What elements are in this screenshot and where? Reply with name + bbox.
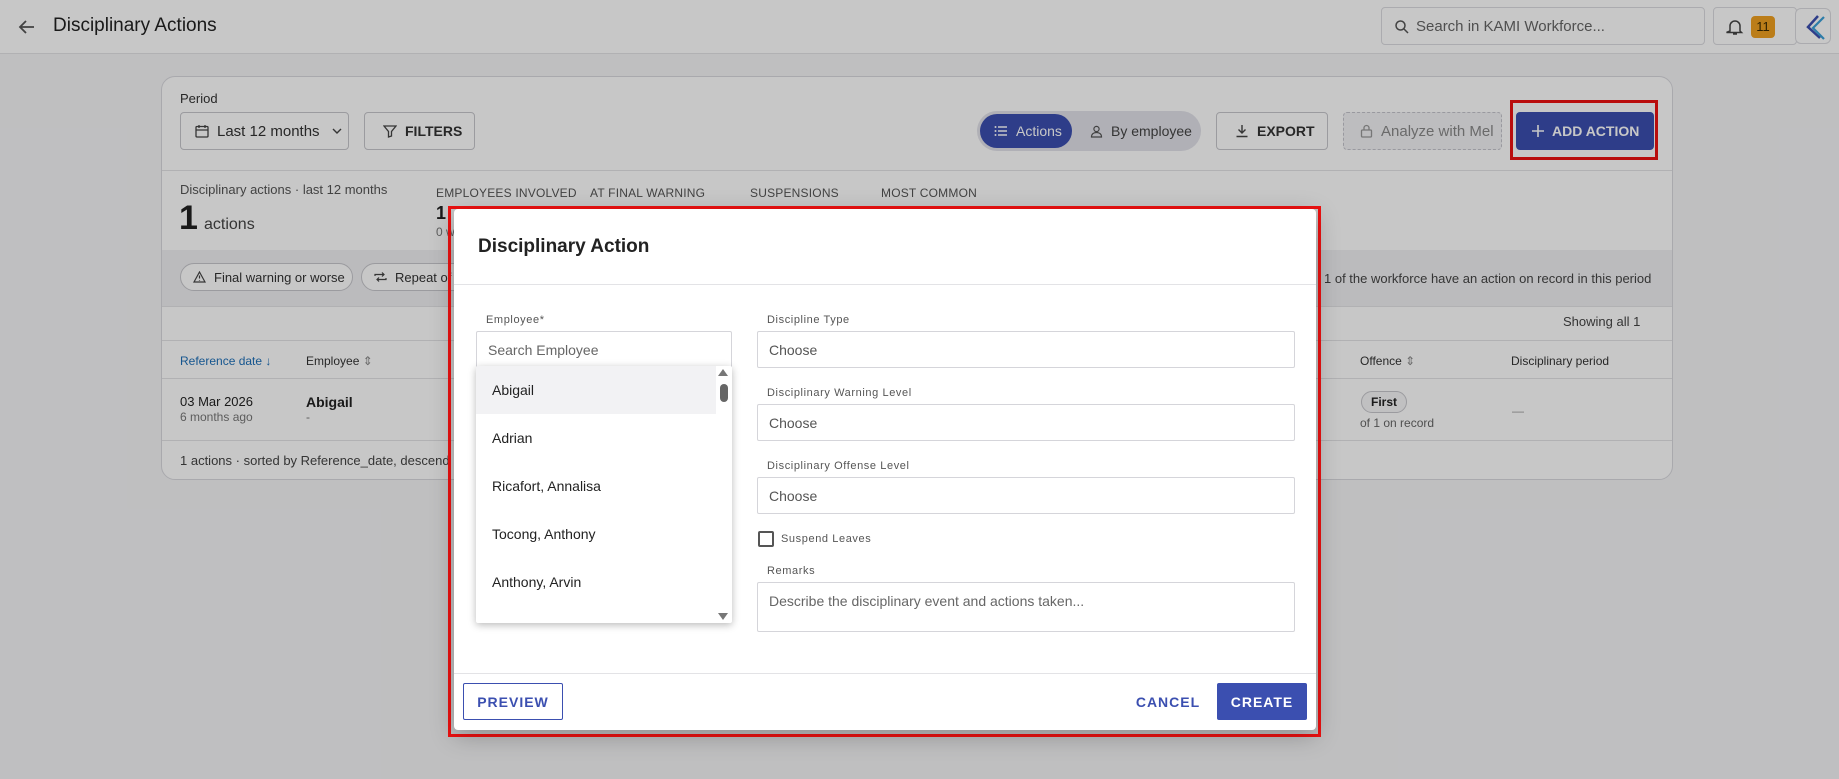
employee-search-input[interactable] xyxy=(488,341,731,358)
employee-search-field[interactable] xyxy=(476,331,732,368)
scrollbar-thumb[interactable] xyxy=(720,384,728,402)
scroll-up-icon[interactable] xyxy=(718,369,728,376)
dropdown-option[interactable]: Anthony, Arvin xyxy=(476,558,716,606)
employee-dropdown: Abigail Adrian Ricafort, Annalisa Tocong… xyxy=(476,366,732,623)
dropdown-option[interactable]: Abigail xyxy=(476,366,716,414)
dropdown-option[interactable]: Ricafort, Annalisa xyxy=(476,462,716,510)
employee-label: Employee* xyxy=(486,314,545,326)
preview-button[interactable]: PREVIEW xyxy=(463,683,563,720)
discipline-type-select[interactable]: Choose xyxy=(757,331,1295,368)
dropdown-option[interactable]: Tocong, Anthony xyxy=(476,510,716,558)
offense-level-select[interactable]: Choose xyxy=(757,477,1295,514)
suspend-leaves-label: Suspend Leaves xyxy=(781,533,872,545)
divider xyxy=(454,673,1316,674)
suspend-leaves-checkbox[interactable] xyxy=(758,531,774,547)
dialog-title: Disciplinary Action xyxy=(478,236,650,257)
offense-level-label: Disciplinary Offense Level xyxy=(767,460,910,472)
warning-level-label: Disciplinary Warning Level xyxy=(767,387,912,399)
warning-level-select[interactable]: Choose xyxy=(757,404,1295,441)
discipline-type-label: Discipline Type xyxy=(767,314,850,326)
cancel-button[interactable]: CANCEL xyxy=(1128,683,1208,720)
scroll-down-icon[interactable] xyxy=(718,613,728,620)
remarks-label: Remarks xyxy=(767,565,816,577)
disciplinary-action-dialog: Disciplinary Action Employee* Abigail Ad… xyxy=(454,209,1316,730)
remarks-textarea[interactable] xyxy=(757,582,1295,632)
create-button[interactable]: CREATE xyxy=(1217,683,1307,720)
dropdown-option[interactable]: Adrian xyxy=(476,414,716,462)
divider xyxy=(454,284,1316,285)
